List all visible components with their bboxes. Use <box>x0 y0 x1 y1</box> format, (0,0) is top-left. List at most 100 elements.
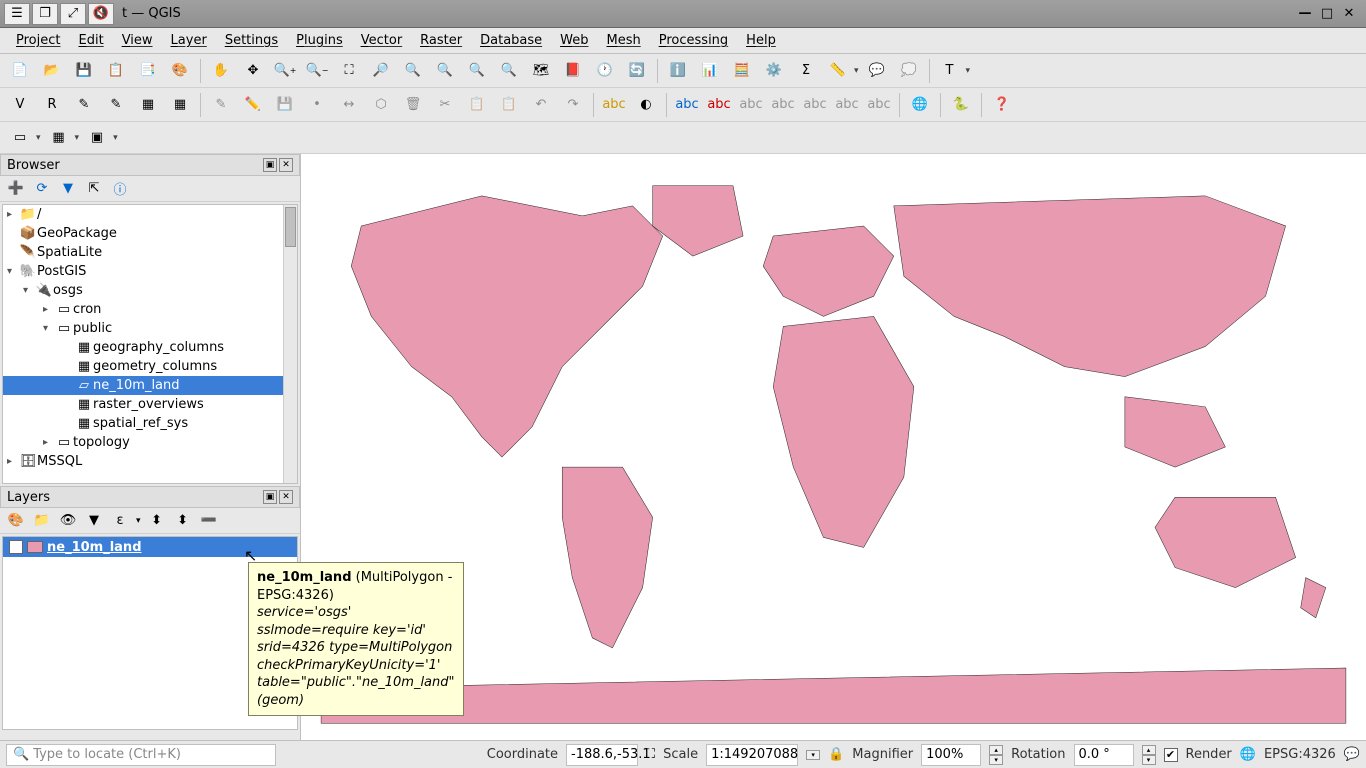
temporal-icon[interactable]: 🕐 <box>591 57 619 85</box>
menu-raster[interactable]: Raster <box>412 30 470 51</box>
measure-icon[interactable]: 📏 <box>824 57 852 85</box>
zoom-layer-icon[interactable]: 🔍 <box>399 57 427 85</box>
menu-database[interactable]: Database <box>472 30 550 51</box>
layer-visibility-checkbox[interactable]: ✔ <box>9 540 23 554</box>
deselect-icon[interactable]: ▣ <box>83 124 111 152</box>
undo-icon[interactable]: ↶ <box>527 91 555 119</box>
close-button[interactable]: ✕ <box>1340 6 1358 22</box>
zoom-in-icon[interactable]: 🔍+ <box>271 57 299 85</box>
filter-legend-icon[interactable]: ▼ <box>84 511 104 531</box>
label-icon[interactable]: abc <box>600 91 628 119</box>
menu-plugins[interactable]: Plugins <box>288 30 351 51</box>
toggle-editing-icon[interactable]: ✏️ <box>239 91 267 119</box>
refresh-browser-icon[interactable]: ⟳ <box>32 179 52 199</box>
scale-dropdown[interactable]: ▾ <box>806 750 820 760</box>
vertex-tool-icon[interactable]: ⬡ <box>367 91 395 119</box>
current-edits-icon[interactable]: ✎ <box>207 91 235 119</box>
zoom-native-icon[interactable]: 🔍 <box>431 57 459 85</box>
zoom-full-icon[interactable]: ⛶ <box>335 57 363 85</box>
messages-icon[interactable]: 💬 <box>1344 747 1360 762</box>
attribute-table-icon[interactable]: 📊 <box>696 57 724 85</box>
new-shapefile-icon[interactable]: ✎ <box>70 91 98 119</box>
zoom-selection-icon[interactable]: 🔎 <box>367 57 395 85</box>
redo-icon[interactable]: ↷ <box>559 91 587 119</box>
locator-input[interactable]: 🔍 Type to locate (Ctrl+K) <box>6 744 276 766</box>
pan-icon[interactable]: ✋ <box>207 57 235 85</box>
magnifier-spinner[interactable]: ▴▾ <box>989 745 1003 765</box>
tree-item-postgis[interactable]: ▾🐘PostGIS <box>3 262 297 281</box>
collapse-all-icon[interactable]: ⇱ <box>84 179 104 199</box>
filter-browser-icon[interactable]: ▼ <box>58 179 78 199</box>
collapse-all-icon[interactable]: ⬍ <box>173 511 193 531</box>
add-vector-icon[interactable]: V <box>6 91 34 119</box>
mute-icon[interactable]: 🔇 <box>88 3 114 25</box>
save-project-icon[interactable]: 💾 <box>70 57 98 85</box>
move-feature-icon[interactable]: ↔ <box>335 91 363 119</box>
zoom-out-icon[interactable]: 🔍− <box>303 57 331 85</box>
tree-item-geomcols[interactable]: ▦geometry_columns <box>3 357 297 376</box>
text-annotation-icon[interactable]: T <box>936 57 964 85</box>
browser-panel-header[interactable]: Browser ▣ ✕ <box>0 154 300 176</box>
menu-view[interactable]: View <box>114 30 161 51</box>
browser-tree[interactable]: ▸📁/ 📦GeoPackage 🪶SpatiaLite ▾🐘PostGIS ▾🔌… <box>2 204 298 484</box>
copy-features-icon[interactable]: 📋 <box>463 91 491 119</box>
pan-to-selection-icon[interactable]: ✥ <box>239 57 267 85</box>
diagram-icon[interactable]: ◐ <box>632 91 660 119</box>
tree-item-spatial-ref[interactable]: ▦spatial_ref_sys <box>3 414 297 433</box>
new-memory-icon[interactable]: ▦ <box>134 91 162 119</box>
new-print-layout-icon[interactable]: 📋 <box>102 57 130 85</box>
manage-visibility-icon[interactable]: 👁 <box>58 511 78 531</box>
statistics-icon[interactable]: Σ <box>792 57 820 85</box>
menu-project[interactable]: Project <box>8 30 69 51</box>
new-project-icon[interactable]: 📄 <box>6 57 34 85</box>
properties-widget-icon[interactable]: ⓘ <box>110 179 130 199</box>
python-console-icon[interactable]: 🐍 <box>947 91 975 119</box>
new-geopackage-icon[interactable]: ✎ <box>102 91 130 119</box>
label-highlight-icon[interactable]: abc <box>673 91 701 119</box>
field-calc-icon[interactable]: 🧮 <box>728 57 756 85</box>
coordinate-input[interactable]: -188.6,-53.1 <box>566 744 638 766</box>
tree-item-spatialite[interactable]: 🪶SpatiaLite <box>3 243 297 262</box>
cut-features-icon[interactable]: ✂ <box>431 91 459 119</box>
tree-item-mssql[interactable]: ▸🗄MSSQL <box>3 452 297 471</box>
add-layer-icon[interactable]: ➕ <box>6 179 26 199</box>
rotation-spinner[interactable]: ▴▾ <box>1142 745 1156 765</box>
add-raster-icon[interactable]: R <box>38 91 66 119</box>
new-bookmark-icon[interactable]: 📕 <box>559 57 587 85</box>
tree-item-raster-ov[interactable]: ▦raster_overviews <box>3 395 297 414</box>
tree-item-osgs[interactable]: ▾🔌osgs <box>3 281 297 300</box>
styling-icon[interactable]: 🎨 <box>6 511 26 531</box>
menu-help[interactable]: Help <box>738 30 784 51</box>
menu-processing[interactable]: Processing <box>651 30 736 51</box>
tree-item-cron[interactable]: ▸▭cron <box>3 300 297 319</box>
lock-scale-icon[interactable]: 🔒 <box>828 747 844 762</box>
menu-mesh[interactable]: Mesh <box>599 30 649 51</box>
render-checkbox[interactable]: ✔ <box>1164 748 1178 762</box>
menu-layer[interactable]: Layer <box>163 30 215 51</box>
crs-icon[interactable]: 🌐 <box>1240 747 1256 762</box>
paste-features-icon[interactable]: 📋 <box>495 91 523 119</box>
delete-selected-icon[interactable]: 🗑 <box>399 91 427 119</box>
help-icon[interactable]: ❓ <box>988 91 1016 119</box>
annotation-icon[interactable]: 💭 <box>895 57 923 85</box>
layers-panel-header[interactable]: Layers ▣ ✕ <box>0 486 300 508</box>
metasearch-icon[interactable]: 🌐 <box>906 91 934 119</box>
scrollbar[interactable] <box>283 205 297 483</box>
minimize-button[interactable]: — <box>1296 6 1314 22</box>
menu-settings[interactable]: Settings <box>217 30 286 51</box>
zoom-next-icon[interactable]: 🔍 <box>495 57 523 85</box>
menu-web[interactable]: Web <box>552 30 596 51</box>
rotation-input[interactable]: 0.0 ° <box>1074 744 1134 766</box>
select-features-icon[interactable]: ▭ <box>6 124 34 152</box>
menu-vector[interactable]: Vector <box>353 30 410 51</box>
save-edits-icon[interactable]: 💾 <box>271 91 299 119</box>
new-map-view-icon[interactable]: 🗺 <box>527 57 555 85</box>
map-tips-icon[interactable]: 💬 <box>863 57 891 85</box>
new-virtual-icon[interactable]: ▦ <box>166 91 194 119</box>
expression-filter-icon[interactable]: ε <box>110 511 130 531</box>
layout-manager-icon[interactable]: 📑 <box>134 57 162 85</box>
window-icon[interactable]: ❐ <box>32 3 58 25</box>
fullscreen-exit-icon[interactable]: ⤢ <box>60 3 86 25</box>
label-pin-icon[interactable]: abc <box>705 91 733 119</box>
scale-input[interactable]: 1:149207088 <box>706 744 798 766</box>
